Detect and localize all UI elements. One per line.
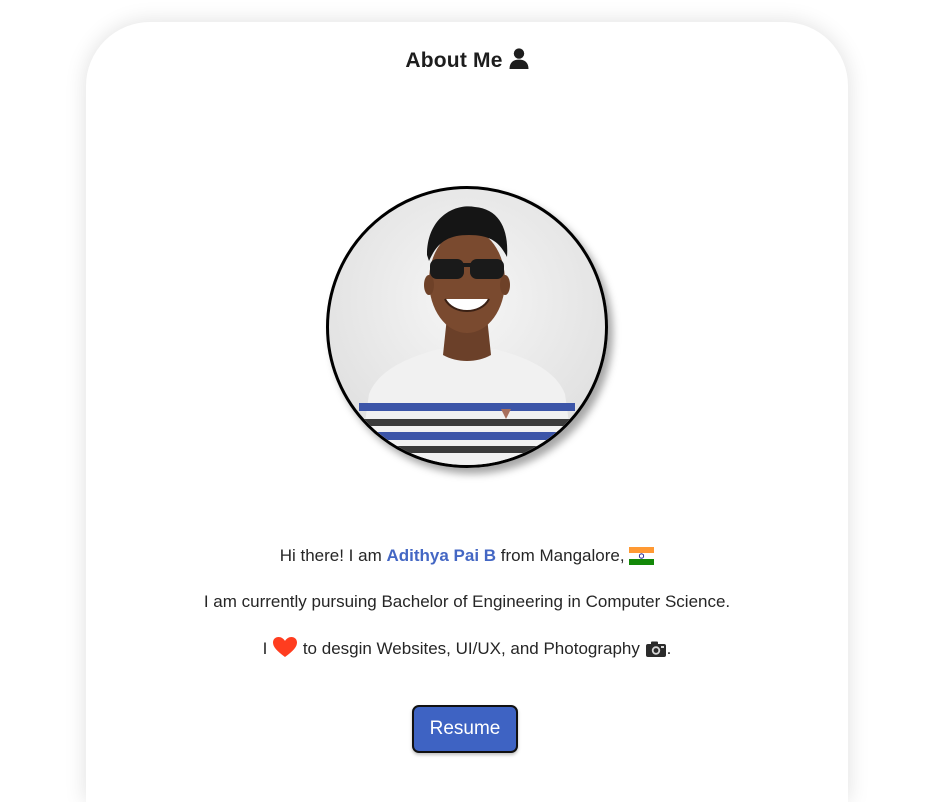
study-line: I am currently pursuing Bachelor of Engi…: [203, 592, 731, 611]
intro-before: Hi there! I am: [279, 546, 387, 565]
intro-after: from Mangalore,: [496, 546, 630, 565]
profile-photo: [326, 186, 608, 468]
section-title-text: About Me: [405, 49, 503, 72]
love-end: .: [666, 639, 672, 658]
camera-icon: [645, 640, 667, 663]
india-flag-icon: [629, 547, 655, 570]
intro-line: Hi there! I am Adithya Pai B from Mangal…: [86, 546, 848, 570]
user-icon: [509, 48, 529, 75]
about-card: About Me Hi there! I am Adithya Pai B fr…: [86, 22, 848, 802]
love-before: I: [262, 639, 273, 658]
interests-line: I to desgin Websites, UI/UX, and Photogr…: [86, 636, 848, 663]
resume-button[interactable]: Resume: [412, 705, 518, 753]
love-after: to desgin Websites, UI/UX, and Photograp…: [298, 639, 645, 658]
profile-name: Adithya Pai B: [386, 546, 497, 565]
profile-photo-illustration: [359, 206, 575, 465]
section-title: About Me: [86, 48, 848, 75]
heart-icon: [272, 636, 298, 663]
